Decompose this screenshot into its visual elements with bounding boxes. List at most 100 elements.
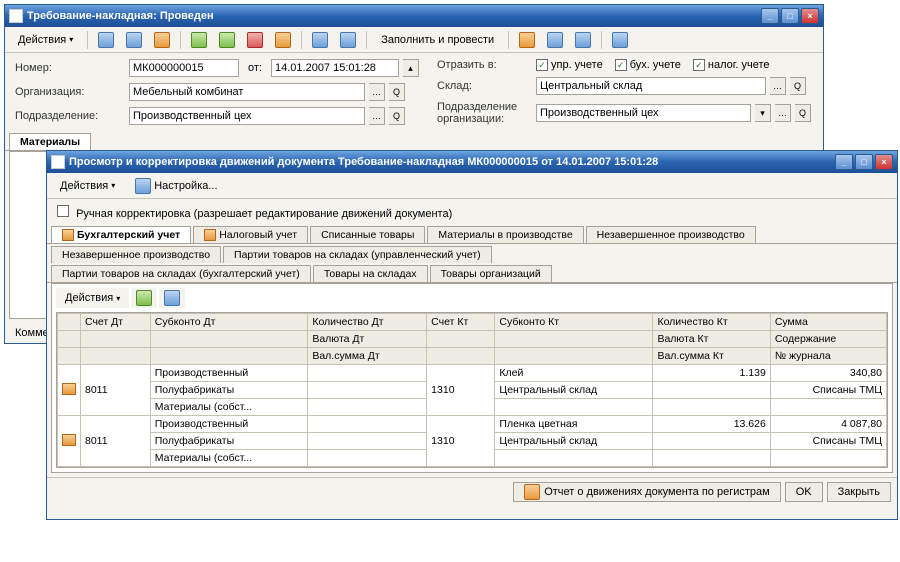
toolbar-btn-12[interactable] [570,30,596,50]
grid-actions[interactable]: Действия▾ [56,288,129,308]
col-valsum-kt[interactable]: Вал.сумма Кт [653,348,770,365]
number-label: Номер: [15,62,125,74]
col-icon[interactable] [58,314,81,331]
close-button[interactable]: × [875,154,893,170]
tab-nal[interactable]: Налоговый учет [193,226,308,243]
close-button[interactable]: Закрыть [827,482,891,502]
toolbar-btn-4[interactable] [186,30,212,50]
col-acc-kt[interactable]: Счет Кт [427,314,495,331]
toolbar-btn-8[interactable] [307,30,333,50]
actions-menu[interactable]: Действия▾ [9,30,82,50]
separator [366,31,367,49]
col-valsum-dt[interactable]: Вал.сумма Дт [308,348,427,365]
col-sum[interactable]: Сумма [770,314,886,331]
toolbar-btn-11[interactable] [542,30,568,50]
row-org: Организация: Мебельный комбинат … Q [15,83,419,101]
report-button[interactable]: Отчет о движениях документа по регистрам [513,482,781,502]
cell-content: Списаны ТМЦ [770,382,886,399]
toolbar-btn-2[interactable] [121,30,147,50]
fillpost-button[interactable]: Заполнить и провести [372,30,503,50]
toolbar-btn-9[interactable] [335,30,361,50]
org-select[interactable]: … [369,83,385,101]
tab-goods-wh[interactable]: Товары на складах [313,265,428,282]
checkbox-buh[interactable]: ✓ [615,59,627,71]
col-val-kt[interactable]: Валюта Кт [653,331,770,348]
tab-batches-buh[interactable]: Партии товаров на складах (бухгалтерский… [51,265,311,282]
toolbar-btn-10[interactable] [514,30,540,50]
checkbox-upr[interactable]: ✓ [536,59,548,71]
checkbox-nal[interactable]: ✓ [693,59,705,71]
col-val-dt[interactable]: Валюта Дт [308,331,427,348]
chk-upr-label: упр. учете [551,59,603,71]
cell-acc-kt: 1310 [427,416,495,467]
col-content[interactable]: Содержание [770,331,886,348]
toolbar-btn-5[interactable] [214,30,240,50]
tab-label: Бухгалтерский учет [77,229,180,241]
date-spin[interactable]: ▴ [403,59,419,77]
help-button[interactable] [159,288,185,308]
dept-field[interactable]: Производственный цех [129,107,365,125]
warehouse-select[interactable]: … [770,77,786,95]
tab-wip1[interactable]: Незавершенное производство [586,226,756,243]
toolbar-btn-7[interactable] [270,30,296,50]
toolbar-win1: Действия▾ Заполнить и провести [5,27,823,53]
tab-goods-org[interactable]: Товары организаций [430,265,552,282]
tab-materials[interactable]: Материалы [9,133,91,150]
titlebar-win2[interactable]: Просмотр и корректировка движений докуме… [47,151,897,173]
date-field[interactable]: 14.01.2007 15:01:28 [271,59,399,77]
dtkt-icon [62,229,74,241]
maximize-button[interactable]: □ [781,8,799,24]
tab-wip2[interactable]: Незавершенное производство [51,246,221,263]
cell-acc-dt: 8011 [81,365,151,416]
close-button[interactable]: × [801,8,819,24]
window-buttons: _ □ × [761,8,819,24]
settings-menu[interactable]: Настройка... [126,176,226,196]
report-icon [524,484,540,500]
dept-org-select[interactable]: … [775,104,791,122]
doc-icon [98,32,114,48]
form-right-col: Отразить в: ✓упр. учете ✓бух. учете ✓нал… [437,59,811,125]
window-title: Требование-накладная: Проведен [27,10,761,22]
org-lookup[interactable]: Q [389,83,405,101]
chk-upr: ✓упр. учете [536,59,603,71]
ok-button[interactable]: OK [785,482,823,502]
col-journal[interactable]: № журнала [770,348,886,365]
row-number: Номер: МК000000015 от: 14.01.2007 15:01:… [15,59,419,77]
window-title: Просмотр и корректировка движений докуме… [69,156,835,168]
col-acc-dt[interactable]: Счет Дт [81,314,151,331]
warehouse-lookup[interactable]: Q [790,77,806,95]
toolbar-btn-3[interactable] [149,30,175,50]
col-qty-dt[interactable]: Количество Дт [308,314,427,331]
dept-org-lookup[interactable]: Q [795,104,811,122]
table-row[interactable]: 8011 Производственный 1310 Пленка цветна… [58,416,887,433]
org-field[interactable]: Мебельный комбинат [129,83,365,101]
dept-org-field[interactable]: Производственный цех [536,104,751,122]
toolbar-btn-6[interactable] [242,30,268,50]
actions-menu[interactable]: Действия▾ [51,176,124,196]
number-field[interactable]: МК000000015 [129,59,239,77]
dept-lookup[interactable]: Q [389,107,405,125]
window-buttons: _ □ × [835,154,893,170]
col-sub-dt[interactable]: Субконто Дт [150,314,308,331]
minimize-button[interactable]: _ [761,8,779,24]
row-reflect: Отразить в: ✓упр. учете ✓бух. учете ✓нал… [437,59,811,71]
dept-org-drop[interactable]: ▾ [755,104,771,122]
tabs-row1: Бухгалтерский учет Налоговый учет Списан… [47,224,897,244]
tab-written-off[interactable]: Списанные товары [310,226,425,243]
titlebar-win1[interactable]: Требование-накладная: Проведен _ □ × [5,5,823,27]
tab-batches-man[interactable]: Партии товаров на складах (управленчески… [223,246,492,263]
col-qty-kt[interactable]: Количество Кт [653,314,770,331]
toolbar-btn-1[interactable] [93,30,119,50]
accounting-grid[interactable]: Счет Дт Субконто Дт Количество Дт Счет К… [56,312,888,468]
toolbar-btn-help[interactable] [607,30,633,50]
maximize-button[interactable]: □ [855,154,873,170]
checkbox-manual[interactable] [57,205,69,217]
minimize-button[interactable]: _ [835,154,853,170]
col-sub-kt[interactable]: Субконто Кт [495,314,653,331]
add-row-button[interactable] [131,288,157,308]
tab-materials-prod[interactable]: Материалы в производстве [427,226,583,243]
table-row[interactable]: 8011 Производственный 1310 Клей 1.139 34… [58,365,887,382]
tab-buh[interactable]: Бухгалтерский учет [51,226,191,243]
warehouse-field[interactable]: Центральный склад [536,77,766,95]
dept-select[interactable]: … [369,107,385,125]
